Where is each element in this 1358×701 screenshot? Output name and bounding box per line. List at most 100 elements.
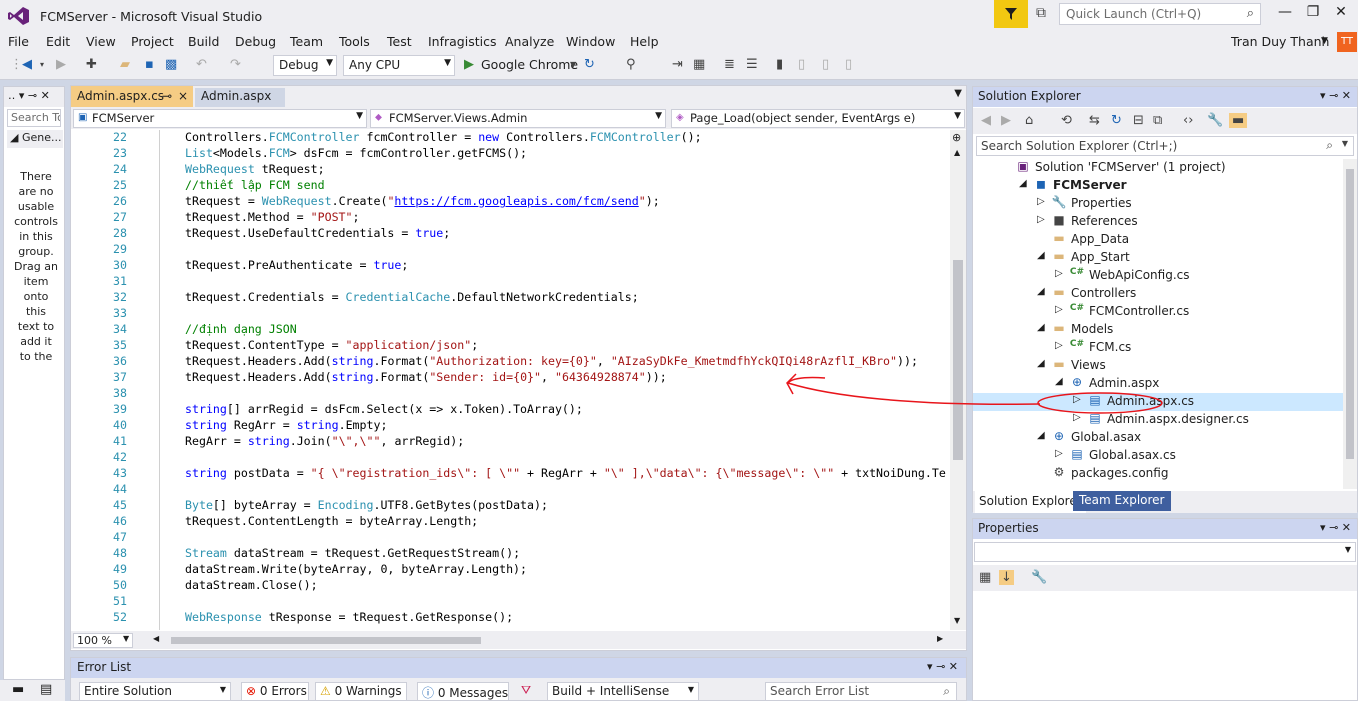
tree-scroll-thumb[interactable]: [1346, 169, 1354, 459]
properties-wrench-icon[interactable]: 🔧: [1207, 113, 1223, 128]
code-line[interactable]: 48 Stream dataStream = tRequest.GetReques…: [71, 546, 949, 562]
tree-node[interactable]: ▷ C# FCMController.cs: [973, 303, 1343, 321]
split-icon[interactable]: ⊕: [952, 131, 961, 144]
tree-node[interactable]: ◢ ⊕ Admin.aspx: [973, 375, 1343, 393]
tree-node[interactable]: ▬ App_Data: [973, 231, 1343, 249]
uncomment-icon[interactable]: ☰: [746, 57, 758, 72]
menu-debug[interactable]: Debug: [235, 34, 276, 49]
toolbox-search-input[interactable]: Search Too: [7, 109, 61, 127]
tree-node[interactable]: ▷ 🔧 Properties: [973, 195, 1343, 213]
code-text[interactable]: WebResponse tResponse = tRequest.GetResp…: [185, 610, 513, 624]
tree-node[interactable]: ◢ ◼ FCMServer: [973, 177, 1343, 195]
solution-search-input[interactable]: Search Solution Explorer (Ctrl+;) ⌕ ▼: [976, 136, 1354, 156]
error-search-input[interactable]: Search Error List ⌕: [765, 682, 957, 701]
minimize-button[interactable]: —: [1270, 4, 1300, 24]
code-line[interactable]: 52 WebResponse tResponse = tRequest.GetRe…: [71, 610, 949, 626]
menu-help[interactable]: Help: [630, 34, 659, 49]
expand-icon[interactable]: ◢: [1019, 178, 1027, 189]
code-line[interactable]: 43 string postData = "{ \"registration_id…: [71, 466, 949, 482]
code-text[interactable]: string[] arrRegid = dsFcm.Select(x => x.…: [185, 402, 583, 416]
code-line[interactable]: 23 List<Models.FCM> dsFcm = fcmController…: [71, 146, 949, 162]
refresh-icon[interactable]: ↻: [1111, 113, 1122, 128]
close-window-button[interactable]: ✕: [1326, 4, 1356, 24]
code-line[interactable]: 27 tRequest.Method = "POST";: [71, 210, 949, 226]
expand-icon[interactable]: ▷: [1073, 412, 1081, 423]
open-file-icon[interactable]: ▰: [120, 57, 130, 72]
code-line[interactable]: 33: [71, 306, 949, 322]
menu-file[interactable]: File: [8, 34, 29, 49]
menu-build[interactable]: Build: [188, 34, 219, 49]
horizontal-scroll-thumb[interactable]: [171, 637, 481, 644]
code-line[interactable]: 36 tRequest.Headers.Add(string.Format("Au…: [71, 354, 949, 370]
tree-node[interactable]: ◢ ▬ Controllers: [973, 285, 1343, 303]
code-line[interactable]: 28 tRequest.UseDefaultCredentials = true;: [71, 226, 949, 242]
expand-icon[interactable]: ◢: [1055, 376, 1063, 387]
code-text[interactable]: dataStream.Write(byteArray, 0, byteArray…: [185, 562, 527, 576]
tree-node[interactable]: ▷ ▤ Admin.aspx.cs: [973, 393, 1343, 411]
tree-node[interactable]: ▷ ▤ Global.asax.cs: [973, 447, 1343, 465]
code-line[interactable]: 44: [71, 482, 949, 498]
code-text[interactable]: //thiết lập FCM send: [185, 178, 325, 192]
expand-icon[interactable]: ◢: [1037, 322, 1045, 333]
project-dropdown[interactable]: ▣ FCMServer ▼: [73, 109, 367, 128]
solution-configuration-select[interactable]: Debug ▼: [273, 55, 337, 76]
code-line[interactable]: 35 tRequest.ContentType = "application/js…: [71, 338, 949, 354]
collapse-all-icon[interactable]: ⊟: [1133, 113, 1144, 128]
code-line[interactable]: 39 string[] arrRegid = dsFcm.Select(x => …: [71, 402, 949, 418]
menu-window[interactable]: Window: [566, 34, 615, 49]
view-code-icon[interactable]: ‹›: [1183, 113, 1193, 128]
quick-launch-input[interactable]: Quick Launch (Ctrl+Q) ⌕: [1059, 3, 1261, 25]
tree-node[interactable]: ◢ ⊕ Global.asax: [973, 429, 1343, 447]
tree-node[interactable]: ◢ ▬ App_Start: [973, 249, 1343, 267]
menu-infragistics[interactable]: Infragistics: [428, 34, 497, 49]
code-text[interactable]: List<Models.FCM> dsFcm = fcmController.g…: [185, 146, 527, 160]
vertical-scrollbar[interactable]: ⊕ ▲ ▼: [950, 130, 966, 630]
code-text[interactable]: dataStream.Close();: [185, 578, 318, 592]
avatar[interactable]: TT: [1337, 32, 1357, 52]
next-bookmark-icon[interactable]: ▯: [822, 57, 829, 72]
code-text[interactable]: tRequest = WebRequest.Create("https://fc…: [185, 194, 660, 208]
warnings-filter[interactable]: ⚠ 0 Warnings: [315, 682, 407, 701]
menu-project[interactable]: Project: [131, 34, 174, 49]
code-text[interactable]: tRequest.Headers.Add(string.Format("Auth…: [185, 354, 918, 368]
prev-bookmark-icon[interactable]: ▯: [798, 57, 805, 72]
tab-solution-explorer[interactable]: Solution Explorer: [975, 491, 1086, 513]
code-line[interactable]: 46 tRequest.ContentLength = byteArray.Len…: [71, 514, 949, 530]
tree-node[interactable]: ◢ ▬ Models: [973, 321, 1343, 339]
code-text[interactable]: RegArr = string.Join("\",\"", arrRegid);: [185, 434, 464, 448]
back-icon[interactable]: ◀: [22, 57, 32, 72]
menu-edit[interactable]: Edit: [46, 34, 70, 49]
code-line[interactable]: 47: [71, 530, 949, 546]
menu-test[interactable]: Test: [387, 34, 412, 49]
expand-icon[interactable]: ▷: [1055, 448, 1063, 459]
code-line[interactable]: 42: [71, 450, 949, 466]
tree-node[interactable]: ▷ C# WebApiConfig.cs: [973, 267, 1343, 285]
code-line[interactable]: 26 tRequest = WebRequest.Create("https://…: [71, 194, 949, 210]
pin-icon[interactable]: ⊸: [162, 89, 172, 103]
tab-overflow-icon[interactable]: ▼: [954, 88, 962, 99]
code-text[interactable]: Byte[] byteArray = Encoding.UTF8.GetByte…: [185, 498, 548, 512]
scope-select[interactable]: Entire Solution ▼: [79, 682, 231, 701]
code-line[interactable]: 50 dataStream.Close();: [71, 578, 949, 594]
code-text[interactable]: Controllers.FCMController fcmController …: [185, 130, 702, 144]
tab-admin-aspx[interactable]: Admin.aspx: [195, 88, 285, 107]
tree-node[interactable]: ▷ C# FCM.cs: [973, 339, 1343, 357]
expand-icon[interactable]: ◢: [1037, 358, 1045, 369]
type-dropdown[interactable]: ⬥ FCMServer.Views.Admin ▼: [370, 109, 666, 128]
step-icon[interactable]: ⇥: [672, 57, 683, 72]
code-line[interactable]: 22 Controllers.FCMController fcmControlle…: [71, 130, 949, 146]
code-text[interactable]: tRequest.Headers.Add(string.Format("Send…: [185, 370, 667, 384]
history-icon[interactable]: ⟲: [1061, 113, 1072, 128]
alphabetical-icon[interactable]: ↓: [999, 570, 1014, 585]
feedback-flag-icon[interactable]: [994, 0, 1028, 28]
tree-node[interactable]: ⚙ packages.config: [973, 465, 1343, 483]
refresh-icon[interactable]: ↻: [584, 57, 595, 72]
code-text[interactable]: WebRequest tRequest;: [185, 162, 325, 176]
pane-controls[interactable]: ▾ ⊸ ✕: [927, 660, 958, 673]
new-project-icon[interactable]: ✚: [86, 57, 97, 72]
undo-icon[interactable]: ↶: [196, 57, 207, 72]
server-explorer-icon[interactable]: ▬: [12, 682, 24, 697]
tree-scrollbar[interactable]: [1343, 159, 1357, 489]
code-text[interactable]: //định dạng JSON: [185, 322, 297, 336]
categorized-icon[interactable]: ▦: [979, 570, 991, 585]
